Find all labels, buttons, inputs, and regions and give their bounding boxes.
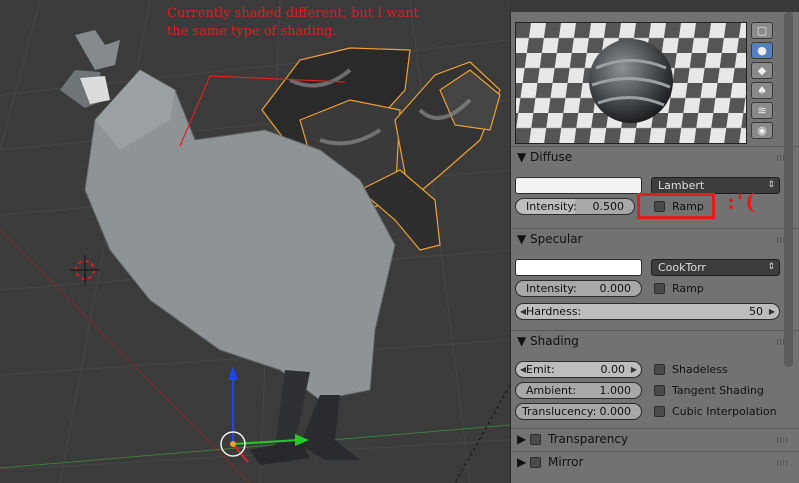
specular-panel-header[interactable]: ▼ Specular	[517, 230, 583, 248]
translucency-slider[interactable]: Translucency: 0.000	[515, 403, 642, 420]
checkbox-box	[530, 457, 542, 468]
emit-field[interactable]: ◀ Emit: 0.00 ▶	[515, 361, 642, 378]
cubic-interpolation-label: Cubic Interpolation	[672, 405, 777, 418]
panel-scrollbar[interactable]	[784, 12, 793, 367]
specular-color-swatch[interactable]	[515, 259, 642, 276]
ambient-value: 1.000	[599, 384, 632, 397]
mirror-panel-header[interactable]: ▶ Mirror	[517, 453, 583, 471]
checkbox-box	[654, 385, 665, 396]
specular-intensity-slider[interactable]: Intensity: 0.000	[515, 280, 642, 297]
increment-arrow-icon[interactable]: ▶	[631, 362, 637, 377]
checkbox-box	[654, 406, 665, 417]
specular-hardness-value: 50	[749, 305, 763, 318]
sad-face-annotation: :'(	[727, 189, 758, 214]
checkbox-box	[530, 434, 542, 445]
3d-viewport[interactable]: Currently shaded different, but I want t…	[0, 0, 510, 483]
preview-type-toolbar: ▢ ● ◆ ♠ ≋ ◉	[751, 22, 775, 142]
viewport-scene	[0, 0, 510, 483]
checkbox-box	[654, 364, 665, 375]
cubic-interpolation-checkbox[interactable]: Cubic Interpolation	[654, 405, 777, 419]
diffuse-shader-label: Lambert	[658, 179, 705, 192]
specular-hardness-label: Hardness:	[526, 305, 582, 318]
diffuse-color-swatch[interactable]	[515, 177, 642, 194]
annotation-text: Currently shaded different, but I want t…	[167, 5, 419, 41]
emit-value: 0.00	[600, 363, 626, 376]
annotation-line-2: the same type of shading.	[167, 24, 337, 39]
emit-label: Emit:	[526, 363, 555, 376]
diffuse-panel-header[interactable]: ▼ Diffuse	[517, 148, 572, 166]
increment-arrow-icon[interactable]: ▶	[769, 304, 775, 319]
specular-hardness-field[interactable]: ◀ Hardness: 50 ▶	[515, 303, 780, 320]
diffuse-header-label: Diffuse	[530, 150, 573, 164]
checkbox-box	[654, 283, 665, 294]
shading-panel-header[interactable]: ▼ Shading	[517, 332, 579, 350]
monkey-preview-icon[interactable]: ♠	[751, 82, 773, 99]
specular-ramp-label: Ramp	[672, 282, 704, 295]
diffuse-intensity-value: 0.500	[592, 200, 625, 213]
ramp-highlight-box	[637, 193, 715, 219]
select-arrows-icon: ⇕	[767, 180, 775, 190]
shading-header-label: Shading	[530, 334, 579, 348]
plane-preview-icon[interactable]: ▢	[751, 22, 773, 39]
tangent-shading-label: Tangent Shading	[672, 384, 764, 397]
translucency-label: Translucency:	[522, 405, 597, 418]
material-properties-panel: ▢ ● ◆ ♠ ≋ ◉ ▼ Diffuse Lambert ⇕ Intensity…	[510, 12, 799, 483]
mirror-header-label: Mirror	[548, 455, 584, 469]
tangent-shading-checkbox[interactable]: Tangent Shading	[654, 384, 764, 398]
specular-intensity-label: Intensity:	[526, 282, 577, 295]
ambient-label: Ambient:	[526, 384, 577, 397]
hair-preview-icon[interactable]: ≋	[751, 102, 773, 119]
specular-shader-label: CookTorr	[658, 261, 706, 274]
ambient-slider[interactable]: Ambient: 1.000	[515, 382, 642, 399]
specular-header-label: Specular	[530, 232, 583, 246]
drag-handle-icon[interactable]	[777, 460, 789, 466]
cube-preview-icon[interactable]: ◆	[751, 62, 773, 79]
diffuse-intensity-slider[interactable]: Intensity: 0.500	[515, 198, 635, 215]
3d-cursor-icon	[70, 255, 100, 285]
sphere-sky-preview-icon[interactable]: ◉	[751, 122, 773, 139]
transparency-header-label: Transparency	[548, 432, 629, 446]
mirror-checkbox[interactable]	[530, 456, 548, 469]
material-preview	[515, 22, 747, 144]
diffuse-intensity-label: Intensity:	[526, 200, 577, 213]
annotation-line-1: Currently shaded different, but I want	[167, 6, 419, 21]
specular-intensity-value: 0.000	[599, 282, 632, 295]
shadeless-label: Shadeless	[672, 363, 728, 376]
drag-handle-icon[interactable]	[777, 437, 789, 443]
transparency-checkbox[interactable]	[530, 433, 548, 446]
translucency-value: 0.000	[599, 405, 632, 418]
specular-ramp-checkbox[interactable]: Ramp	[654, 282, 704, 296]
sphere-preview-icon[interactable]: ●	[751, 42, 773, 59]
diffuse-shader-select[interactable]: Lambert ⇕	[651, 177, 780, 194]
transparency-panel-header[interactable]: ▶ Transparency	[517, 430, 628, 448]
specular-shader-select[interactable]: CookTorr ⇕	[651, 259, 780, 276]
shadeless-checkbox[interactable]: Shadeless	[654, 363, 728, 377]
select-arrows-icon: ⇕	[767, 262, 775, 272]
